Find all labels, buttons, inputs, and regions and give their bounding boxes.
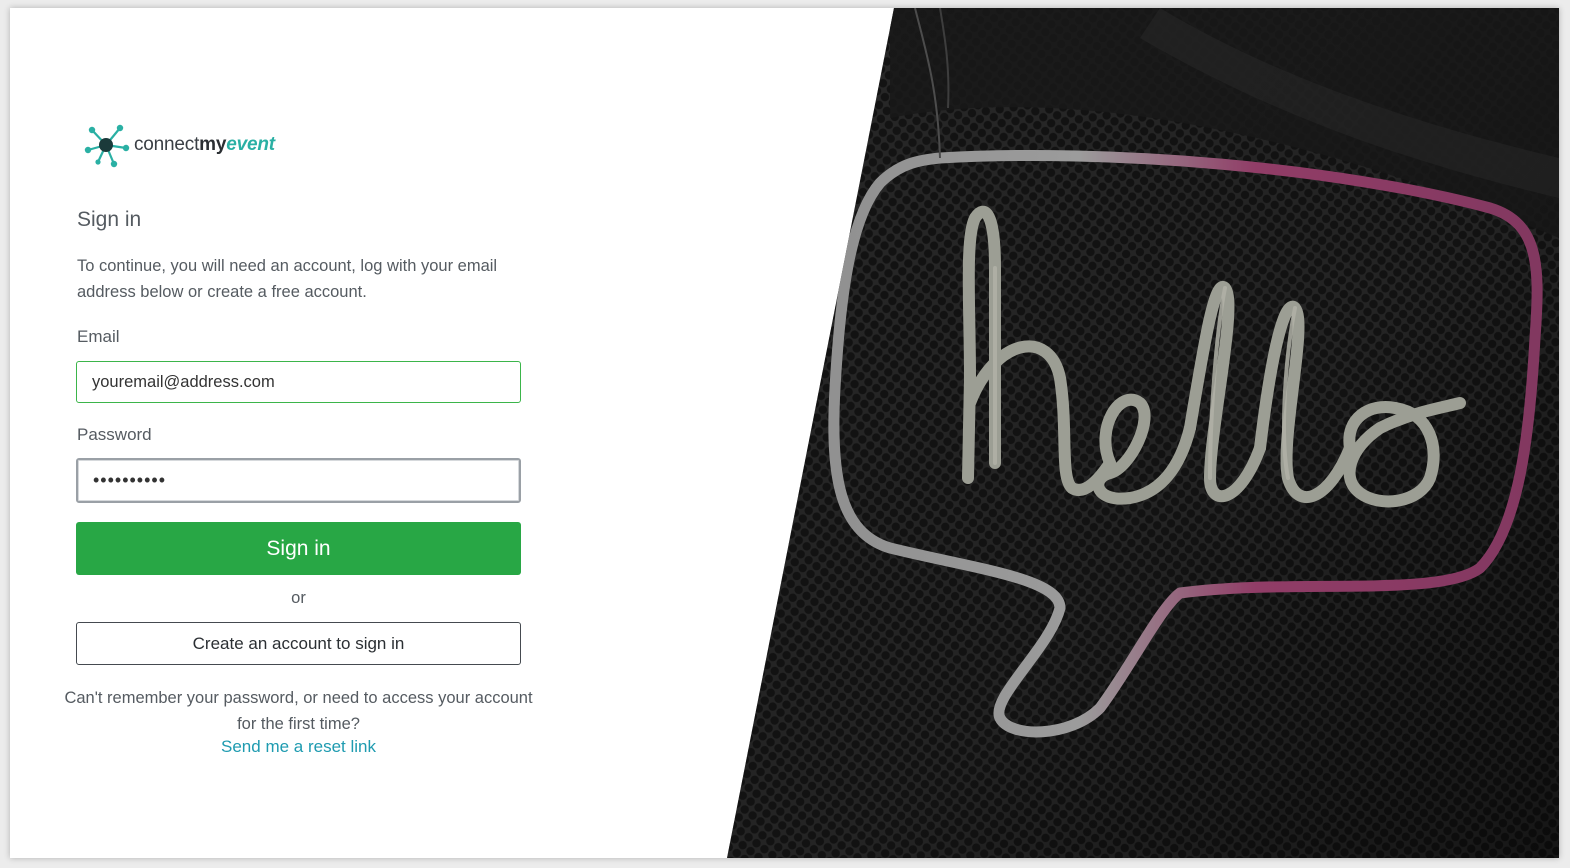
brand-logo: connectmyevent xyxy=(80,120,275,170)
sign-in-page: connectmyevent Sign in To continue, you … xyxy=(10,8,1559,858)
email-field[interactable] xyxy=(92,372,505,392)
intro-text: To continue, you will need an account, l… xyxy=(77,257,498,301)
brand-name-mid: my xyxy=(199,134,227,155)
email-field-wrapper xyxy=(76,361,521,403)
page-title: Sign in xyxy=(77,208,142,231)
or-divider: or xyxy=(291,589,306,607)
sign-in-button[interactable]: Sign in xyxy=(76,522,521,575)
brand-name-prefix: connect xyxy=(134,134,200,155)
email-label: Email xyxy=(77,327,120,346)
help-text: Can't remember your password, or need to… xyxy=(64,689,533,733)
reset-link[interactable]: Send me a reset link xyxy=(76,737,521,757)
password-label: Password xyxy=(77,425,152,444)
password-field-wrapper xyxy=(76,458,521,503)
brand-name-suffix: event xyxy=(226,134,275,155)
brand-name: connectmyevent xyxy=(134,134,275,156)
password-field[interactable] xyxy=(93,470,504,491)
create-account-button[interactable]: Create an account to sign in xyxy=(76,622,521,665)
network-logo-icon xyxy=(84,124,130,168)
